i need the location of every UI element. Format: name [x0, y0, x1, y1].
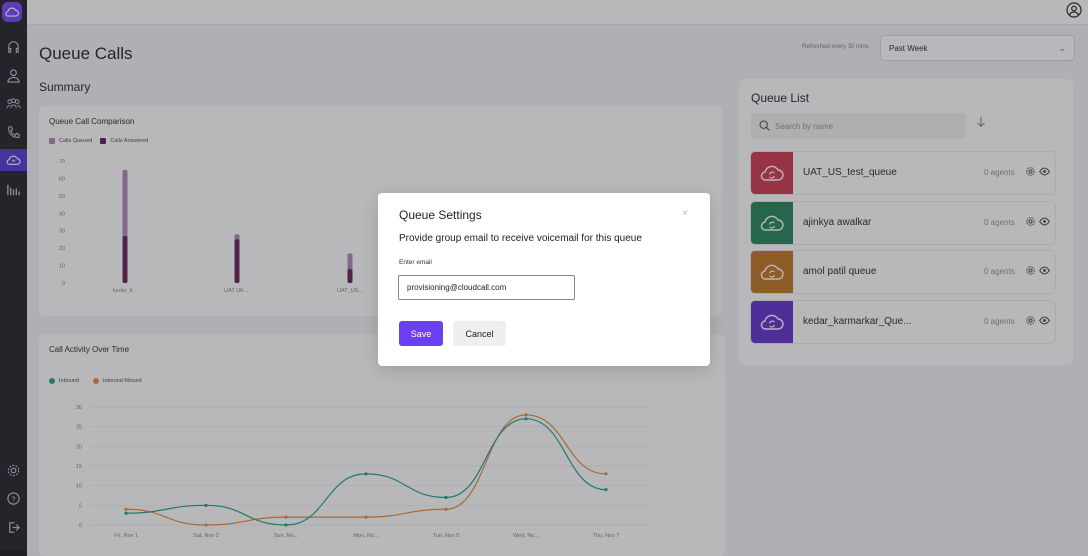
modal-description: Provide group email to receive voicemail…: [399, 233, 642, 244]
cancel-button[interactable]: Cancel: [453, 321, 506, 346]
email-field[interactable]: [398, 275, 575, 300]
modal-title: Queue Settings: [399, 208, 482, 222]
close-icon[interactable]: ×: [682, 208, 688, 219]
save-button[interactable]: Save: [399, 321, 443, 346]
queue-settings-modal: Queue Settings × Provide group email to …: [378, 193, 710, 366]
email-label: Enter email: [399, 259, 432, 266]
